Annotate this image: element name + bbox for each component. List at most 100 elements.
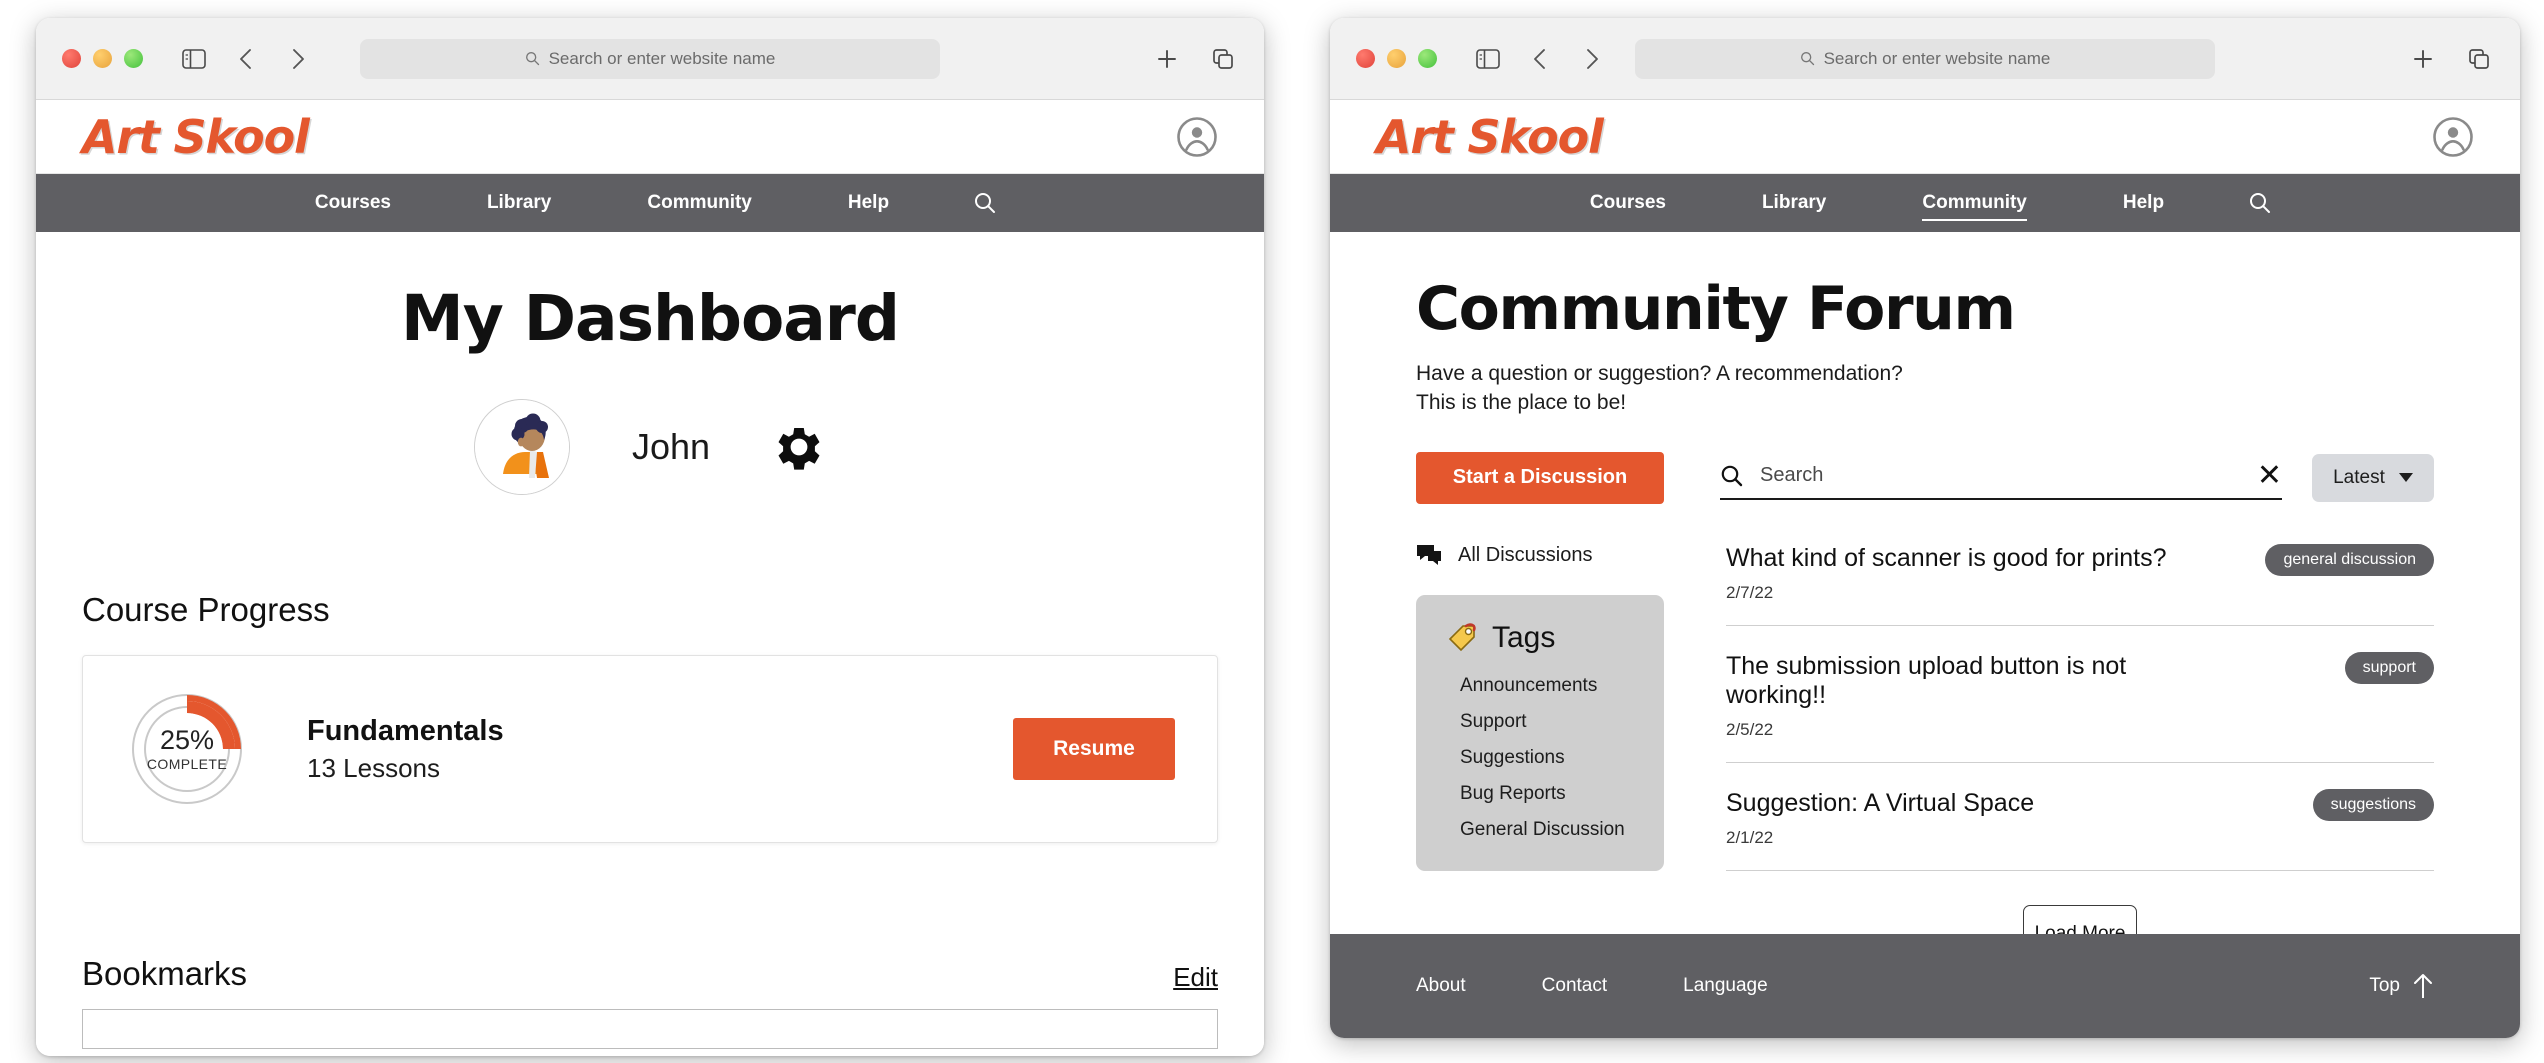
nav-item-library-forum[interactable]: Library <box>1714 192 1874 214</box>
account-icon[interactable] <box>1176 116 1218 158</box>
main-nav-left: Courses Library Community Help <box>36 174 1264 232</box>
status-badge[interactable]: suggestions <box>2312 788 2434 821</box>
forward-chevron-icon-forum[interactable] <box>1577 44 1607 74</box>
start-discussion-button[interactable]: Start a Discussion <box>1416 451 1664 504</box>
search-input[interactable] <box>1760 464 2241 488</box>
thread-date: 2/5/22 <box>1726 719 1774 739</box>
close-window-button-forum[interactable] <box>1356 49 1375 68</box>
sort-dropdown-label: Latest <box>2333 466 2385 488</box>
back-chevron-icon-forum[interactable] <box>1525 44 1555 74</box>
tag-icon <box>1448 623 1476 652</box>
brand-logo[interactable]: Art Skool <box>82 110 310 164</box>
resume-button[interactable]: Resume <box>1013 718 1175 780</box>
nav-item-library[interactable]: Library <box>439 192 599 214</box>
footer-link-contact[interactable]: Contact <box>1542 975 1607 997</box>
thread-date: 2/1/22 <box>1726 827 1774 847</box>
user-name: John <box>631 426 711 467</box>
thread-row[interactable]: The submission upload button is not work… <box>1726 651 2434 763</box>
forum-title: Community Forum <box>1416 274 2016 344</box>
address-bar-forum[interactable]: Search or enter website name <box>1635 38 2215 79</box>
forum-search[interactable]: ✕ <box>1720 456 2282 500</box>
thread-row[interactable]: Suggestion: A Virtual Space 2/1/22 sugge… <box>1726 788 2434 871</box>
forum-page: Community Forum Have a question or sugge… <box>1330 274 2520 963</box>
traffic-lights-forum <box>1356 49 1437 68</box>
main-nav-right: Courses Library Community Help <box>1330 174 2520 232</box>
back-chevron-icon[interactable] <box>231 44 261 74</box>
nav-item-courses-forum[interactable]: Courses <box>1542 192 1714 214</box>
progress-donut: 25% COMPLETE <box>125 687 249 811</box>
plus-icon-forum[interactable] <box>2408 44 2438 74</box>
avatar[interactable] <box>473 399 570 495</box>
profile-row: John <box>82 399 1218 495</box>
address-bar[interactable]: Search or enter website name <box>360 38 940 79</box>
tags-title: Tags <box>1492 620 1556 654</box>
maximize-window-button[interactable] <box>124 49 143 68</box>
thread-row[interactable]: What kind of scanner is good for prints?… <box>1726 543 2434 626</box>
bookmarks-edit-link[interactable]: Edit <box>1173 962 1218 993</box>
screenshot-stage: Search or enter website name Art Skool C… <box>0 0 2544 1063</box>
browser-chrome-forum: Search or enter website name <box>1330 18 2520 100</box>
search-icon-forum <box>1800 52 1814 66</box>
search-icon-forum-field <box>1721 465 1743 487</box>
sort-dropdown[interactable]: Latest <box>2312 453 2434 502</box>
traffic-lights <box>62 49 143 68</box>
tag-item-announcements[interactable]: Announcements <box>1460 675 1664 697</box>
bookmarks-list <box>82 1009 1218 1049</box>
chevron-down-icon <box>2398 473 2413 483</box>
tag-item-suggestions[interactable]: Suggestions <box>1460 747 1664 769</box>
nav-item-courses[interactable]: Courses <box>267 192 439 214</box>
nav-item-help[interactable]: Help <box>800 192 937 214</box>
thread-date: 2/7/22 <box>1726 582 1774 602</box>
footer-link-about[interactable]: About <box>1416 975 1466 997</box>
all-discussions-label: All Discussions <box>1458 543 1593 566</box>
nav-search-icon[interactable] <box>937 191 1033 215</box>
browser-chrome: Search or enter website name <box>36 18 1264 100</box>
course-name: Fundamentals <box>307 714 504 747</box>
browser-window-forum: Search or enter website name Art Skool C… <box>1330 18 2520 1038</box>
sidebar-icon[interactable] <box>179 44 209 74</box>
tag-list: Announcements Support Suggestions Bug Re… <box>1416 675 1664 841</box>
course-progress-title: Course Progress <box>82 591 330 628</box>
forum-subtitle: Have a question or suggestion? A recomme… <box>1416 362 1903 414</box>
close-icon[interactable]: ✕ <box>2257 460 2282 491</box>
arrow-up-icon <box>2414 974 2432 998</box>
close-window-button[interactable] <box>62 49 81 68</box>
nav-item-community-forum[interactable]: Community <box>1874 192 2075 221</box>
dashboard-page: My Dashboard John Course Progress 25% CO… <box>36 282 1264 1056</box>
minimize-window-button-forum[interactable] <box>1387 49 1406 68</box>
account-icon-forum[interactable] <box>2432 116 2474 158</box>
gear-icon[interactable] <box>772 420 826 474</box>
discussion-icon <box>1417 545 1441 566</box>
status-badge[interactable]: support <box>2344 651 2434 684</box>
footer-link-language[interactable]: Language <box>1683 975 1768 997</box>
tag-item-bug-reports[interactable]: Bug Reports <box>1460 783 1664 805</box>
tag-item-support[interactable]: Support <box>1460 711 1664 733</box>
site-header: Art Skool <box>36 100 1264 174</box>
page-title: My Dashboard <box>401 282 900 355</box>
minimize-window-button[interactable] <box>93 49 112 68</box>
search-icon <box>525 52 539 66</box>
tags-header: Tags <box>1416 621 1664 655</box>
nav-item-help-forum[interactable]: Help <box>2075 192 2212 214</box>
course-info: Fundamentals 13 Lessons <box>307 715 504 784</box>
tab-overview-icon[interactable] <box>1208 44 1238 74</box>
progress-complete-label: COMPLETE <box>146 756 228 773</box>
plus-icon[interactable] <box>1152 44 1182 74</box>
nav-item-community[interactable]: Community <box>599 192 800 214</box>
back-to-top-link[interactable]: Top <box>2369 972 2434 1000</box>
sidebar-icon-forum[interactable] <box>1473 44 1503 74</box>
forum-controls: Start a Discussion ✕ Latest <box>1416 451 2434 504</box>
all-discussions-link[interactable]: All Discussions <box>1416 544 1664 567</box>
nav-search-icon-forum[interactable] <box>2212 191 2308 215</box>
back-to-top-label: Top <box>2369 975 2400 996</box>
maximize-window-button-forum[interactable] <box>1418 49 1437 68</box>
status-badge[interactable]: general discussion <box>2265 543 2434 576</box>
forward-chevron-icon[interactable] <box>283 44 313 74</box>
brand-logo-forum[interactable]: Art Skool <box>1376 110 1604 164</box>
course-lessons: 13 Lessons <box>307 752 440 783</box>
tab-overview-icon-forum[interactable] <box>2464 44 2494 74</box>
tag-item-general-discussion[interactable]: General Discussion <box>1460 819 1664 841</box>
bookmarks-header: Bookmarks Edit <box>82 955 1218 993</box>
course-progress-card: 25% COMPLETE Fundamentals 13 Lessons Res… <box>82 655 1218 843</box>
bookmarks-title: Bookmarks <box>82 955 248 992</box>
